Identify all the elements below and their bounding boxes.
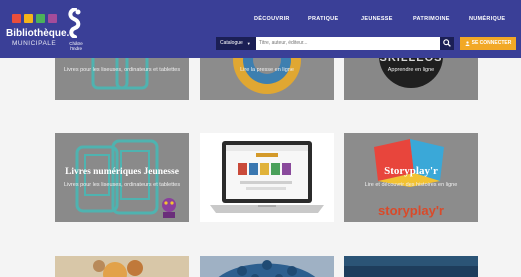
search-input[interactable] bbox=[256, 36, 440, 50]
tile-brand: storyplay'r bbox=[378, 203, 444, 218]
catalog-select-label: Catalogue bbox=[220, 40, 243, 46]
chevron-down-icon: ▼ bbox=[246, 40, 251, 46]
tile-storyplayr[interactable]: Storyplay'r Lire et découvrir des histoi… bbox=[344, 133, 478, 222]
town-emblem-icon bbox=[68, 8, 81, 38]
site-header: Bibliothèque. MUNICIPALE Châtre l'Indre … bbox=[0, 0, 521, 58]
tile-ebooks-youth[interactable]: Livres numériques Jeunesse Livres pour l… bbox=[55, 133, 189, 222]
logo-square-purple bbox=[48, 14, 57, 23]
logo-subtitle: MUNICIPALE bbox=[12, 40, 57, 47]
logo-squares bbox=[12, 14, 57, 23]
tile-subtitle: Lire la presse en ligne bbox=[240, 67, 294, 73]
photo-thumbnail bbox=[55, 256, 189, 277]
tile-row3-middle[interactable] bbox=[200, 256, 334, 277]
connect-button-label: SE CONNECTER bbox=[471, 40, 512, 46]
nav-pratique[interactable]: PRATIQUE bbox=[308, 16, 361, 22]
nav-jeunesse[interactable]: JEUNESSE bbox=[361, 16, 413, 22]
page: Bibliothèque. MUNICIPALE Châtre l'Indre … bbox=[0, 0, 521, 277]
logo-title: Bibliothèque. bbox=[6, 28, 70, 39]
search-icon bbox=[443, 39, 451, 47]
services-icons bbox=[200, 256, 334, 277]
tile-title: Livres numériques Jeunesse bbox=[65, 167, 179, 177]
search-button[interactable] bbox=[440, 36, 454, 50]
photo-thumbnail bbox=[344, 256, 478, 277]
tablets-icon bbox=[75, 139, 176, 218]
laptop-icon bbox=[210, 141, 324, 213]
main-nav: DÉCOUVRIR PRATIQUE JEUNESSE PATRIMOINE N… bbox=[254, 16, 505, 22]
nav-numerique[interactable]: NUMÉRIQUE bbox=[469, 16, 505, 22]
emblem-text: Châtre l'Indre bbox=[69, 41, 83, 51]
tile-row3-right[interactable] bbox=[344, 256, 478, 277]
nav-patrimoine[interactable]: PATRIMOINE bbox=[413, 16, 469, 22]
catalog-select[interactable]: Catalogue ▼ bbox=[216, 36, 256, 50]
tile-subtitle: Apprendre en ligne bbox=[387, 67, 435, 73]
nav-decouvrir[interactable]: DÉCOUVRIR bbox=[254, 16, 308, 22]
logo-square-red bbox=[12, 14, 21, 23]
tile-title: Storyplay'r bbox=[384, 165, 438, 177]
connect-button[interactable]: SE CONNECTER bbox=[460, 36, 516, 50]
search-bar: Catalogue ▼ SE CONNECTER bbox=[216, 36, 516, 50]
logo-square-green bbox=[36, 14, 45, 23]
tile-subtitle: Livres pour les liseuses, ordinateurs et… bbox=[63, 67, 181, 73]
logo-square-yellow bbox=[24, 14, 33, 23]
tile-subtitle: Livres pour les liseuses, ordinateurs et… bbox=[63, 182, 181, 188]
tile-subtitle: Lire et découvrir des histoires en ligne bbox=[364, 182, 458, 188]
tile-laptop-preview[interactable] bbox=[200, 133, 334, 222]
user-icon bbox=[465, 40, 470, 46]
tile-row3-left[interactable] bbox=[55, 256, 189, 277]
